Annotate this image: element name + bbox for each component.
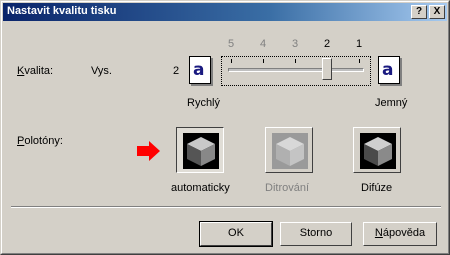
window-title: Nastavit kvalitu tisku [7,5,117,17]
quality-current-value: 2 [173,65,180,77]
quality-slider-track[interactable] [228,68,364,72]
cube-icon [360,133,396,169]
scale-tick-1: 1 [356,38,363,50]
scale-tick-3: 3 [292,38,299,50]
quality-slider-thumb[interactable] [322,58,332,80]
halftone-dither-label: Ditrování [265,182,310,194]
cube-icon [183,133,219,169]
slider-tick [231,59,232,63]
help-button[interactable]: Nápověda [363,222,437,246]
scale-tick-2: 2 [324,38,331,50]
quality-level-text: Vys. [91,65,112,77]
help-title-button[interactable]: ? [411,5,427,19]
scale-tick-5: 5 [228,38,235,50]
title-bar[interactable]: Nastavit kvalitu tisku [3,3,447,21]
fine-quality-icon: a [378,56,400,84]
halftone-diffusion-label: Difúze [361,182,393,194]
slider-tick [359,59,360,63]
halftone-dither-button[interactable] [265,127,313,173]
separator [11,206,441,208]
close-button[interactable]: X [429,5,445,19]
cube-icon [272,133,308,169]
halftones-label: Polotóny: [17,135,63,147]
halftone-automatic-label: automaticky [171,182,230,194]
slider-tick [295,59,296,63]
ok-button[interactable]: OK [199,221,273,247]
scale-tick-4: 4 [260,38,267,50]
halftone-automatic-button[interactable] [176,127,224,173]
quality-label: Kvalita: [17,65,54,77]
dialog-window: Nastavit kvalitu tisku ? X Kvalita: Vys.… [0,0,450,255]
cancel-button[interactable]: Storno [280,222,352,246]
draft-quality-icon: a [189,56,211,84]
halftone-diffusion-button[interactable] [353,127,401,173]
red-arrow-icon [137,141,160,161]
slider-tick [263,59,264,63]
fast-caption: Rychlý [187,97,221,109]
fine-caption: Jemný [375,97,408,109]
